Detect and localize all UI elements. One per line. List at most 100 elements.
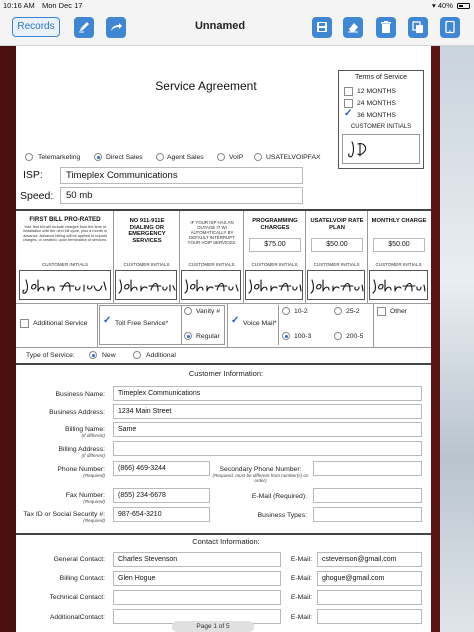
col4-title: PROGRAMMING CHARGES bbox=[252, 218, 298, 231]
general-contact-value: Charles Stevenson bbox=[118, 556, 178, 563]
tax-id-text: Tax ID or Social Security #: bbox=[23, 511, 105, 518]
trash-icon[interactable] bbox=[376, 17, 396, 38]
voice-mail-check-icon[interactable]: ✓ bbox=[231, 315, 239, 326]
vm-10-2-radio[interactable] bbox=[282, 307, 290, 315]
col4-amount: $75.00 bbox=[264, 241, 286, 248]
toll-free-label: Toll Free Service* bbox=[115, 320, 169, 327]
usatelvoipfax-radio[interactable] bbox=[254, 153, 262, 161]
page-indicator[interactable]: Page 1 of 5 bbox=[172, 621, 254, 632]
col1-initials-label: CUSTOMER INITIALS bbox=[41, 262, 89, 267]
divider-top bbox=[16, 209, 431, 211]
term-24-label: 24 MONTHS bbox=[357, 100, 396, 107]
status-date: Mon Dec 17 bbox=[42, 1, 83, 10]
billing-address-input[interactable] bbox=[113, 441, 422, 456]
toll-free-check-icon[interactable]: ✓ bbox=[103, 315, 111, 326]
general-contact-label: General Contact: bbox=[53, 556, 105, 563]
phone-text: Phone Number: bbox=[57, 466, 105, 473]
billing-name-note: (If different) bbox=[81, 433, 106, 438]
speed-input[interactable] bbox=[60, 187, 303, 204]
col1-title: FIRST BILL PRO-RATED bbox=[29, 216, 101, 223]
col3-text: IF YOUR ISP HAS AN OUTAGE IT WI AUTOMATI… bbox=[187, 220, 237, 245]
vm-25-2-label: 25-2 bbox=[346, 308, 360, 315]
billing-address-text: Billing Address: bbox=[58, 446, 105, 453]
vanity-label: Vanity # bbox=[196, 308, 221, 315]
billing-email-value: ghogue@gmail.com bbox=[322, 575, 385, 582]
tax-id-value: 987-654-3210 bbox=[118, 511, 162, 518]
term-12-checkbox[interactable] bbox=[344, 87, 353, 96]
tablet-icon[interactable] bbox=[440, 17, 460, 38]
vm-200-5-radio[interactable] bbox=[334, 332, 342, 340]
form-page[interactable]: Service Agreement Terms of Service 12 MO… bbox=[16, 46, 431, 632]
additional-service-radio[interactable] bbox=[133, 351, 141, 359]
secondary-phone-note: (Required, must be different from number… bbox=[212, 473, 309, 483]
fax-text: Fax Number: bbox=[65, 492, 105, 499]
technical-email-input[interactable] bbox=[317, 590, 422, 605]
col4-signature bbox=[248, 279, 302, 294]
billing-address-note: (If different) bbox=[81, 453, 106, 458]
regular-radio[interactable] bbox=[184, 332, 192, 340]
speed-label: Speed: bbox=[20, 190, 54, 202]
col2-signature bbox=[118, 279, 176, 294]
term-36-check-icon[interactable]: ✓ bbox=[344, 108, 352, 119]
billing-name-input[interactable] bbox=[113, 422, 422, 437]
additional-contact-label: AdditionalContact: bbox=[49, 614, 105, 621]
customer-info-title: Customer Information: bbox=[188, 369, 264, 378]
voip-radio[interactable] bbox=[217, 153, 225, 161]
terms-label: Terms of Service bbox=[354, 74, 408, 81]
technical-email-label: E-Mail: bbox=[290, 594, 312, 601]
tax-id-label: Tax ID or Social Security #: (Required) bbox=[16, 511, 105, 523]
regular-label: Regular bbox=[196, 333, 220, 340]
type-of-service-label: Type of Service: bbox=[26, 352, 75, 359]
other-checkbox[interactable] bbox=[377, 307, 386, 316]
additional-type-label: Additional bbox=[146, 352, 176, 359]
telemarketing-label: Telemarketing bbox=[38, 154, 81, 161]
term-24-checkbox[interactable] bbox=[344, 99, 353, 108]
page-shadow bbox=[0, 46, 16, 632]
vm-100-3-label: 100-3 bbox=[294, 333, 312, 340]
share-icon[interactable] bbox=[106, 17, 126, 38]
vm-10-2-label: 10-2 bbox=[294, 308, 308, 315]
additional-email-label: E-Mail: bbox=[290, 614, 312, 621]
col5-amount: $50.00 bbox=[326, 241, 348, 248]
term-initials-signature bbox=[348, 141, 367, 158]
new-service-radio[interactable] bbox=[89, 351, 97, 359]
vm-100-3-radio[interactable] bbox=[282, 332, 290, 340]
telemarketing-radio[interactable] bbox=[25, 153, 33, 161]
business-types-label: Business Types: bbox=[257, 512, 307, 519]
col3-signature bbox=[184, 279, 239, 294]
fax-label: Fax Number: (Required) bbox=[16, 492, 105, 504]
vm-25-2-radio[interactable] bbox=[334, 307, 342, 315]
col-sep-1 bbox=[113, 211, 114, 303]
status-bar: 10:16 AM Mon Dec 17 ▾ 40% bbox=[0, 0, 474, 12]
voice-mail-sep bbox=[278, 305, 279, 345]
general-email-label: E-Mail: bbox=[290, 556, 312, 563]
business-types-input[interactable] bbox=[313, 507, 422, 522]
email-input[interactable] bbox=[313, 488, 422, 503]
battery-icon bbox=[457, 3, 470, 9]
secondary-phone-input[interactable] bbox=[313, 461, 422, 476]
col6-amount: $50.00 bbox=[388, 241, 410, 248]
business-address-label: Business Address: bbox=[49, 409, 105, 416]
secondary-phone-label: Secondary Phone Number: (Required, must … bbox=[212, 466, 309, 483]
billing-name-label: Billing Name: (If different) bbox=[16, 426, 105, 438]
duplicate-icon[interactable] bbox=[408, 17, 428, 38]
phone-note: (Required) bbox=[83, 473, 105, 478]
technical-contact-input[interactable] bbox=[113, 590, 281, 605]
additional-email-input[interactable] bbox=[317, 609, 422, 624]
term-initials-label: CUSTOMER INITIALS bbox=[350, 124, 412, 130]
fax-note: (Required) bbox=[83, 499, 105, 504]
direct-sales-radio[interactable] bbox=[94, 153, 102, 161]
pencil-icon[interactable] bbox=[74, 17, 94, 38]
col-sep-5 bbox=[367, 211, 368, 303]
additional-service-checkbox[interactable] bbox=[20, 319, 29, 328]
business-name-value: Timeplex Communications bbox=[118, 390, 201, 397]
vanity-radio[interactable] bbox=[184, 307, 192, 315]
divider-customer bbox=[16, 363, 431, 365]
usatelvoipfax-label: USATELVOIPFAX bbox=[266, 154, 321, 161]
eraser-icon[interactable] bbox=[343, 17, 363, 38]
additional-service-label: Additional Service bbox=[33, 320, 88, 327]
save-icon[interactable] bbox=[312, 17, 332, 38]
agent-sales-radio[interactable] bbox=[156, 153, 164, 161]
records-button[interactable]: Records bbox=[12, 17, 60, 37]
svc-sep-3 bbox=[373, 303, 374, 347]
